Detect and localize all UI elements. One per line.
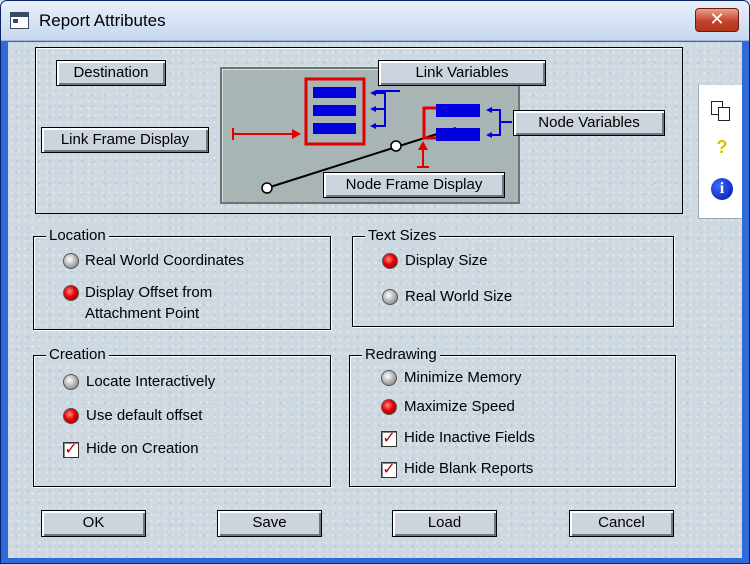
link-frame-display-button[interactable]: Link Frame Display [41,127,209,153]
hide-blank-reports-checkbox[interactable]: ✓ [381,462,397,478]
redrawing-title: Redrawing [362,346,440,364]
maximize-speed-radio[interactable] [381,399,397,415]
close-button[interactable]: ✕ [695,8,739,32]
hide-blank-reports-label: Hide Blank Reports [404,460,534,477]
creation-title: Creation [46,346,109,364]
location-title: Location [46,227,109,245]
real-world-coordinates-label: Real World Coordinates [85,252,244,269]
minimize-memory-label: Minimize Memory [404,369,522,386]
text-sizes-title: Text Sizes [365,227,440,245]
display-size-radio[interactable] [382,253,398,269]
display-offset-radio[interactable] [63,285,79,301]
dialog-body: ? i Destination Link Variables Link Fram… [8,42,742,558]
load-button[interactable]: Load [392,510,497,537]
info-icon[interactable]: i [711,178,733,200]
real-world-size-radio[interactable] [382,289,398,305]
hide-inactive-fields-label: Hide Inactive Fields [404,429,535,446]
use-default-offset-radio[interactable] [63,408,79,424]
maximize-speed-label: Maximize Speed [404,398,515,415]
report-attributes-window: Report Attributes ✕ ? i Destination Link… [0,0,750,564]
real-world-size-label: Real World Size [405,288,513,305]
attachment-point-label: Attachment Point [85,305,200,322]
node-frame-display-button[interactable]: Node Frame Display [323,172,505,198]
title-bar[interactable]: Report Attributes ✕ [1,1,749,41]
locate-interactively-radio[interactable] [63,374,79,390]
help-icon[interactable]: ? [711,137,733,159]
hide-on-creation-checkbox[interactable]: ✓ [63,442,79,458]
app-window-icon [10,12,29,29]
save-button[interactable]: Save [217,510,322,537]
ok-button[interactable]: OK [41,510,146,537]
text-sizes-group: Text Sizes Display Size Real World Size [352,227,674,327]
window-title: Report Attributes [39,11,166,30]
hide-inactive-fields-checkbox[interactable]: ✓ [381,431,397,447]
node-variables-button[interactable]: Node Variables [513,110,665,136]
destination-button[interactable]: Destination [56,60,166,86]
use-default-offset-label: Use default offset [86,407,203,424]
display-offset-label: Display Offset from [85,284,213,301]
locate-interactively-label: Locate Interactively [86,373,216,390]
hide-on-creation-label: Hide on Creation [86,440,199,457]
minimize-memory-radio[interactable] [381,370,397,386]
location-group: Location Real World Coordinates Display … [33,227,331,330]
real-world-coordinates-radio[interactable] [63,253,79,269]
side-toolbar: ? i [698,85,742,219]
cancel-button[interactable]: Cancel [569,510,674,537]
link-variables-button[interactable]: Link Variables [378,60,546,86]
redrawing-group: Redrawing Minimize Memory Maximize Speed… [349,346,676,487]
display-size-label: Display Size [405,252,488,269]
creation-group: Creation Locate Interactively Use defaul… [33,346,331,487]
copy-icon[interactable] [711,101,733,123]
